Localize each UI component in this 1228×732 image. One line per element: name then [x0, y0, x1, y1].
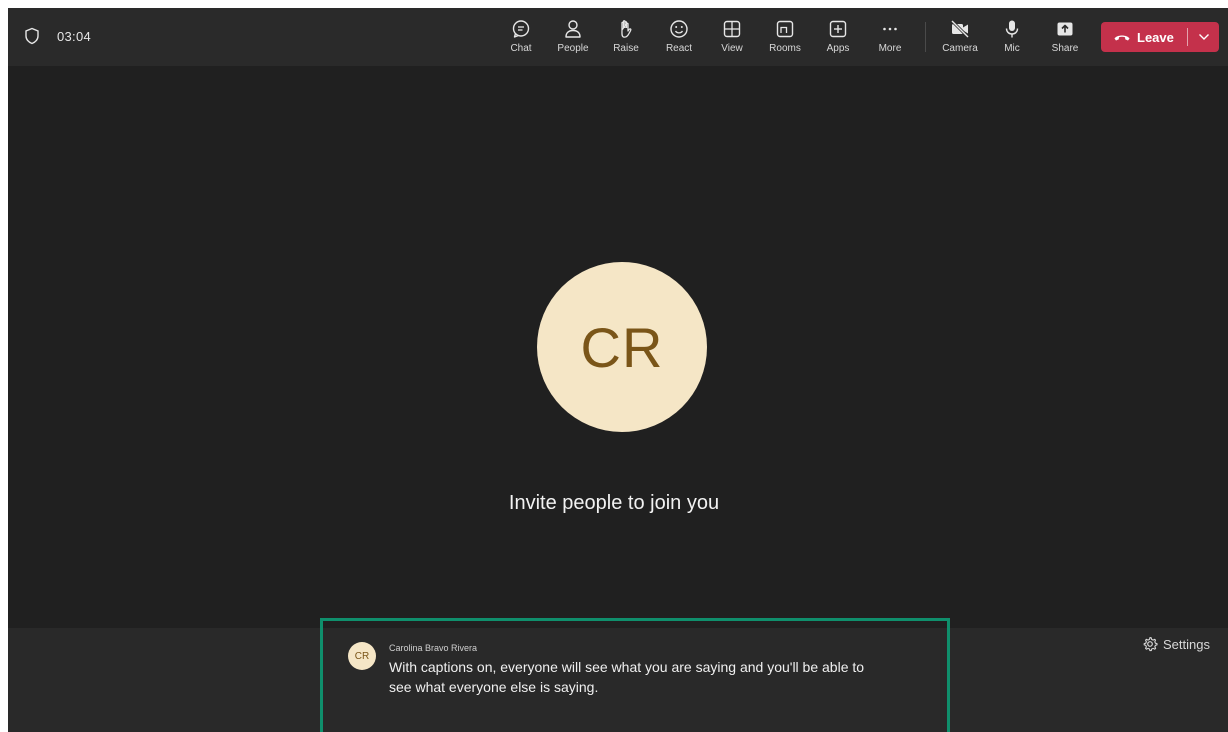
people-icon [565, 20, 581, 38]
meeting-timer: 03:04 [57, 29, 92, 44]
view-label: View [721, 43, 743, 54]
caption-text: With captions on, everyone will see what… [389, 659, 865, 695]
apps-button[interactable]: Apps [813, 18, 863, 62]
raise-hand-icon [621, 20, 632, 38]
meeting-window: 03:04 Chat People Raise React View Rooms… [8, 8, 1228, 732]
raise-hand-button[interactable]: Raise [601, 18, 651, 62]
rooms-icon [776, 20, 794, 38]
chat-icon [512, 20, 530, 38]
chevron-down-icon [1198, 34, 1209, 40]
caption-speaker-name: Carolina Bravo Rivera [389, 643, 478, 653]
meeting-toolbar: 03:04 Chat People Raise React View Rooms… [8, 8, 1228, 66]
participant-avatar: CR [537, 262, 707, 432]
apps-icon [829, 20, 847, 38]
captions-settings-button[interactable]: Settings [1142, 636, 1210, 652]
mic-button[interactable]: Mic [987, 18, 1037, 62]
invite-message: Invite people to join you [508, 492, 720, 514]
share-button[interactable]: Share [1040, 18, 1090, 62]
rooms-label: Rooms [769, 43, 801, 54]
react-button[interactable]: React [654, 18, 704, 62]
react-label: React [665, 43, 693, 54]
camera-off-icon [950, 19, 970, 39]
leave-button[interactable]: Leave [1101, 22, 1187, 52]
apps-label: Apps [826, 43, 850, 54]
phone-icon [1114, 35, 1130, 41]
mic-icon [1005, 20, 1019, 38]
rooms-button[interactable]: Rooms [760, 18, 810, 62]
settings-label: Settings [1163, 636, 1210, 652]
more-icon [883, 27, 897, 31]
participant-initials: CR [580, 315, 664, 379]
caption-speaker-avatar: CR [348, 642, 376, 670]
react-icon [670, 20, 688, 38]
leave-label: Leave [1137, 29, 1174, 45]
mic-label: Mic [1004, 43, 1020, 54]
raise-label: Raise [613, 43, 639, 54]
leave-button-group: Leave [1101, 22, 1219, 52]
caption-speaker-initials: CR [354, 650, 370, 662]
view-button[interactable]: View [707, 18, 757, 62]
more-label: More [878, 43, 902, 54]
people-label: People [557, 43, 589, 54]
share-icon [1057, 22, 1073, 36]
camera-label: Camera [942, 43, 978, 54]
toolbar-divider [925, 22, 926, 52]
chat-button[interactable]: Chat [496, 18, 546, 62]
share-label: Share [1051, 43, 1079, 54]
settings-gear-icon [1143, 636, 1158, 652]
chat-label: Chat [510, 43, 532, 54]
camera-button[interactable]: Camera [935, 18, 985, 62]
shield-icon [25, 27, 39, 45]
people-button[interactable]: People [548, 18, 598, 62]
leave-options-button[interactable] [1188, 22, 1219, 52]
more-button[interactable]: More [865, 18, 915, 62]
view-icon [723, 20, 741, 38]
